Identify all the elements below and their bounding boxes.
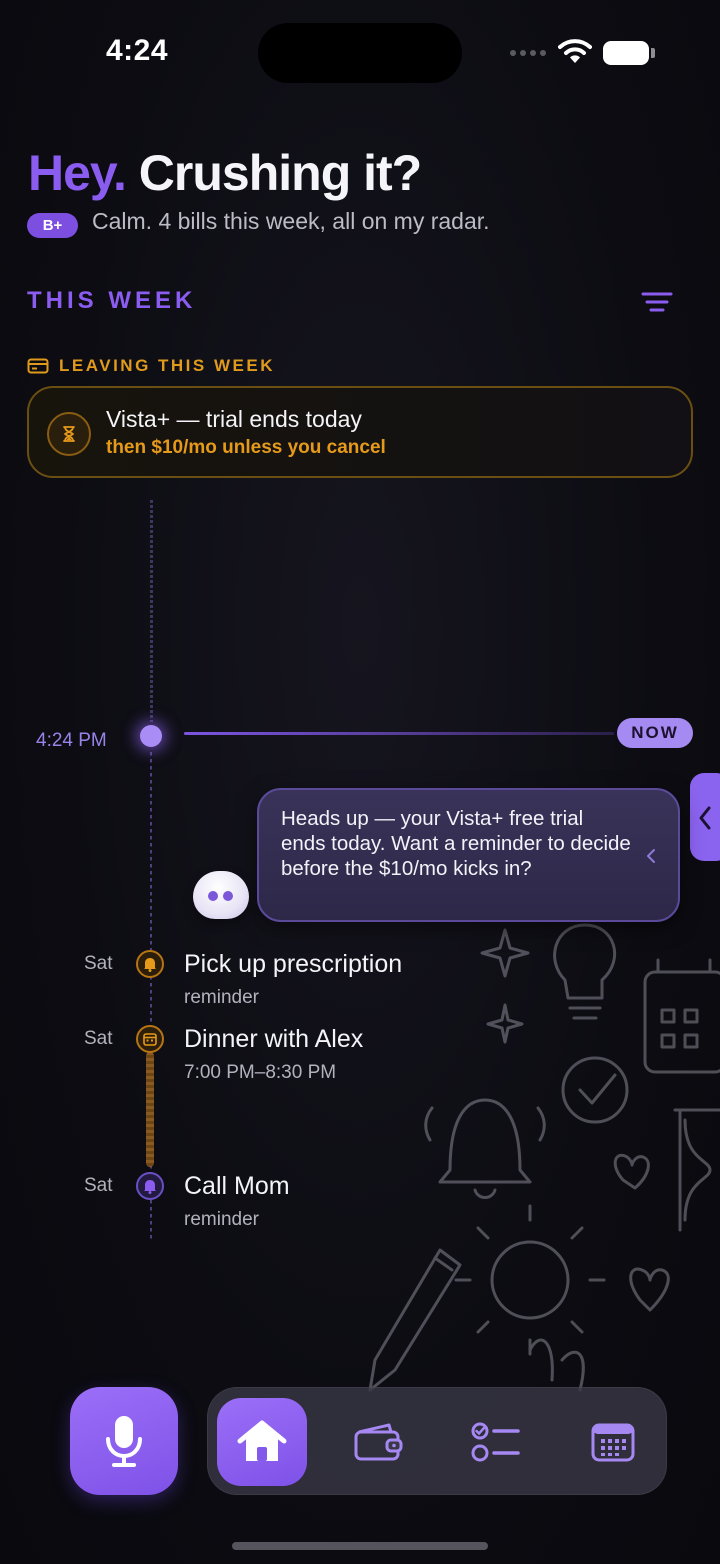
trial-title: Vista+ — trial ends today	[106, 406, 362, 432]
event-day: Sat	[84, 953, 113, 974]
chevron-left-icon[interactable]	[644, 846, 658, 866]
event-duration-bar	[146, 1052, 154, 1167]
event-subtitle: reminder	[184, 1209, 259, 1230]
filter-lines-icon[interactable]	[640, 288, 674, 316]
home-icon	[237, 1420, 287, 1461]
tab-home[interactable]	[217, 1398, 307, 1486]
event-subtitle: reminder	[184, 987, 259, 1008]
home-screen: 4:24 Hey. Crushing it? B+ Calm. 4 bills …	[0, 0, 720, 1564]
tab-bar	[207, 1387, 667, 1495]
greeting-text: Crushing it?	[125, 145, 422, 201]
calendar-icon	[136, 1025, 164, 1053]
leaving-header: LEAVING THIS WEEK	[27, 356, 275, 376]
dynamic-island	[258, 23, 462, 83]
assistant-mascot-avatar[interactable]	[193, 871, 249, 919]
cellular-signal-icon	[510, 50, 546, 56]
credit-card-icon	[27, 358, 49, 374]
event-day: Sat	[84, 1028, 113, 1049]
chevron-left-icon	[699, 806, 711, 830]
page-title: Hey. Crushing it?	[28, 144, 422, 202]
tab-wallet[interactable]	[334, 1398, 424, 1486]
assistant-message-text: Heads up — your Vista+ free trial ends t…	[281, 807, 631, 880]
battery-icon	[603, 41, 649, 65]
status-time: 4:24	[106, 34, 169, 67]
timeline-future-line	[150, 752, 152, 1242]
calendar-icon	[591, 1423, 635, 1462]
hourglass-icon	[47, 412, 91, 456]
timeline-past-line	[150, 500, 153, 722]
bell-icon	[136, 1172, 164, 1200]
microphone-icon	[106, 1416, 142, 1467]
event-title[interactable]: Call Mom	[184, 1172, 290, 1201]
assistant-message-bubble[interactable]: Heads up — your Vista+ free trial ends t…	[257, 788, 680, 922]
checklist-icon	[471, 1422, 520, 1462]
event-title[interactable]: Dinner with Alex	[184, 1025, 363, 1054]
event-subtitle: 7:00 PM–8:30 PM	[184, 1062, 337, 1083]
status-summary: Calm. 4 bills this week, all on my radar…	[92, 208, 490, 234]
grade-badge[interactable]: B+	[27, 213, 78, 238]
bell-icon	[136, 950, 164, 978]
event-day: Sat	[84, 1175, 113, 1196]
trial-subtitle: then $10/mo unless you cancel	[106, 437, 386, 458]
section-title: THIS WEEK	[27, 287, 197, 314]
voice-input-button[interactable]	[70, 1387, 178, 1495]
now-time: 4:24 PM	[36, 730, 107, 751]
greeting-accent: Hey.	[28, 145, 127, 201]
home-indicator[interactable]	[232, 1542, 488, 1550]
doodle-illustration	[368, 923, 720, 1392]
tab-calendar[interactable]	[568, 1398, 658, 1486]
now-line	[184, 732, 614, 735]
side-panel-handle[interactable]	[690, 773, 720, 861]
tab-tasks[interactable]	[451, 1398, 541, 1486]
now-marker	[140, 725, 162, 747]
trial-card[interactable]: Vista+ — trial ends today then $10/mo un…	[27, 386, 693, 478]
leaving-label: LEAVING THIS WEEK	[59, 356, 275, 375]
now-badge: NOW	[617, 718, 693, 748]
battery-tip	[651, 48, 655, 58]
wifi-icon	[558, 39, 592, 63]
wallet-icon	[354, 1423, 403, 1461]
event-title[interactable]: Pick up prescription	[184, 950, 402, 979]
